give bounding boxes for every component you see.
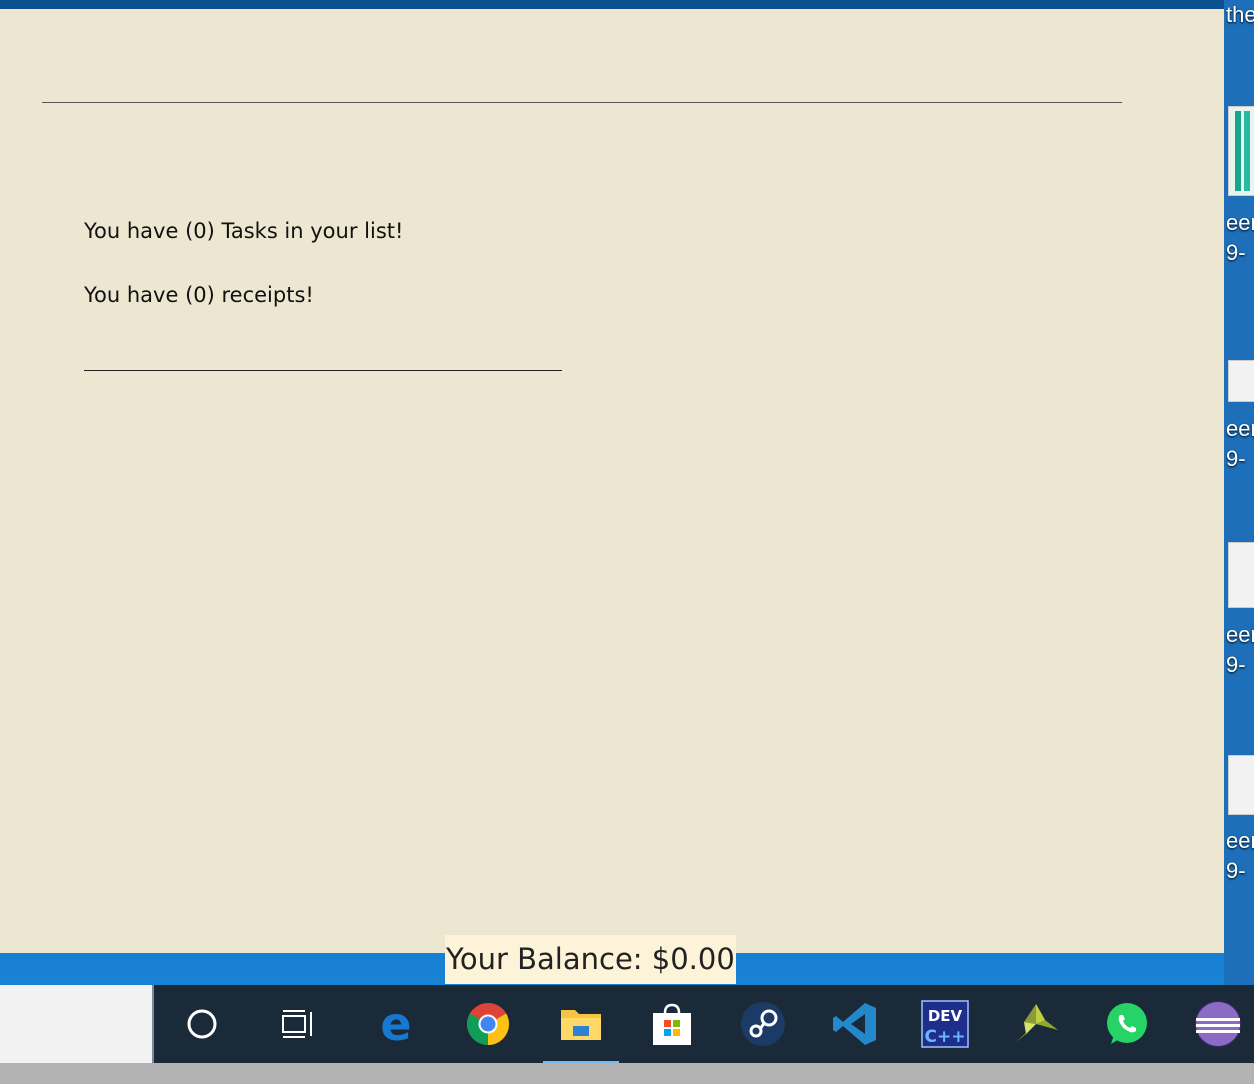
whatsapp-icon[interactable] xyxy=(1102,999,1152,1049)
desktop-icon-label[interactable]: 9- xyxy=(1226,856,1254,886)
desktop-icon-label[interactable]: een xyxy=(1226,414,1254,444)
desktop-icon-label[interactable]: the xyxy=(1226,0,1254,30)
taskbar-search-box[interactable] xyxy=(0,985,154,1063)
summary-divider xyxy=(84,370,562,371)
app-window: You have (0) Tasks in your list! You hav… xyxy=(0,9,1224,953)
microsoft-store-icon[interactable] xyxy=(647,999,697,1049)
desktop-thumbnail[interactable] xyxy=(1228,106,1254,196)
cortana-search-icon[interactable] xyxy=(177,999,227,1049)
balance-label: Your Balance: $0.00 xyxy=(445,935,736,984)
dev-cpp-icon[interactable]: DEV C++ xyxy=(920,999,970,1049)
file-explorer-icon[interactable] xyxy=(543,999,619,1064)
desktop-icon-label[interactable]: 9- xyxy=(1226,650,1254,680)
tasks-count-text: You have (0) Tasks in your list! xyxy=(84,219,404,243)
steam-icon[interactable] xyxy=(738,999,788,1049)
windows-taskbar: e DEV C++ xyxy=(0,985,1254,1064)
desktop-background: the een 9- een 9- een 9- een 9- xyxy=(1224,0,1254,985)
desktop-icon-label[interactable]: een xyxy=(1226,208,1254,238)
desktop-thumbnail[interactable] xyxy=(1228,542,1254,608)
screen-bottom-bar xyxy=(0,1063,1254,1084)
svg-text:e: e xyxy=(380,1002,411,1046)
header-divider xyxy=(42,102,1122,103)
eclipse-icon[interactable] xyxy=(1193,999,1243,1049)
task-view-icon[interactable] xyxy=(273,999,323,1049)
desktop-icon-label[interactable]: 9- xyxy=(1226,238,1254,268)
svg-text:DEV: DEV xyxy=(928,1007,963,1025)
svg-text:C++: C++ xyxy=(925,1027,966,1047)
vscode-icon[interactable] xyxy=(830,999,880,1049)
desktop-icon-label[interactable]: een xyxy=(1226,620,1254,650)
desktop-icon-label[interactable]: een xyxy=(1226,826,1254,856)
receipts-count-text: You have (0) receipts! xyxy=(84,283,314,307)
desktop-icon-label[interactable]: 9- xyxy=(1226,444,1254,474)
desktop-thumbnail[interactable] xyxy=(1228,755,1254,815)
unity-style-icon[interactable] xyxy=(1011,999,1061,1049)
desktop-thumbnail[interactable] xyxy=(1228,360,1254,402)
edge-icon[interactable]: e xyxy=(371,999,421,1049)
chrome-icon[interactable] xyxy=(463,999,513,1049)
